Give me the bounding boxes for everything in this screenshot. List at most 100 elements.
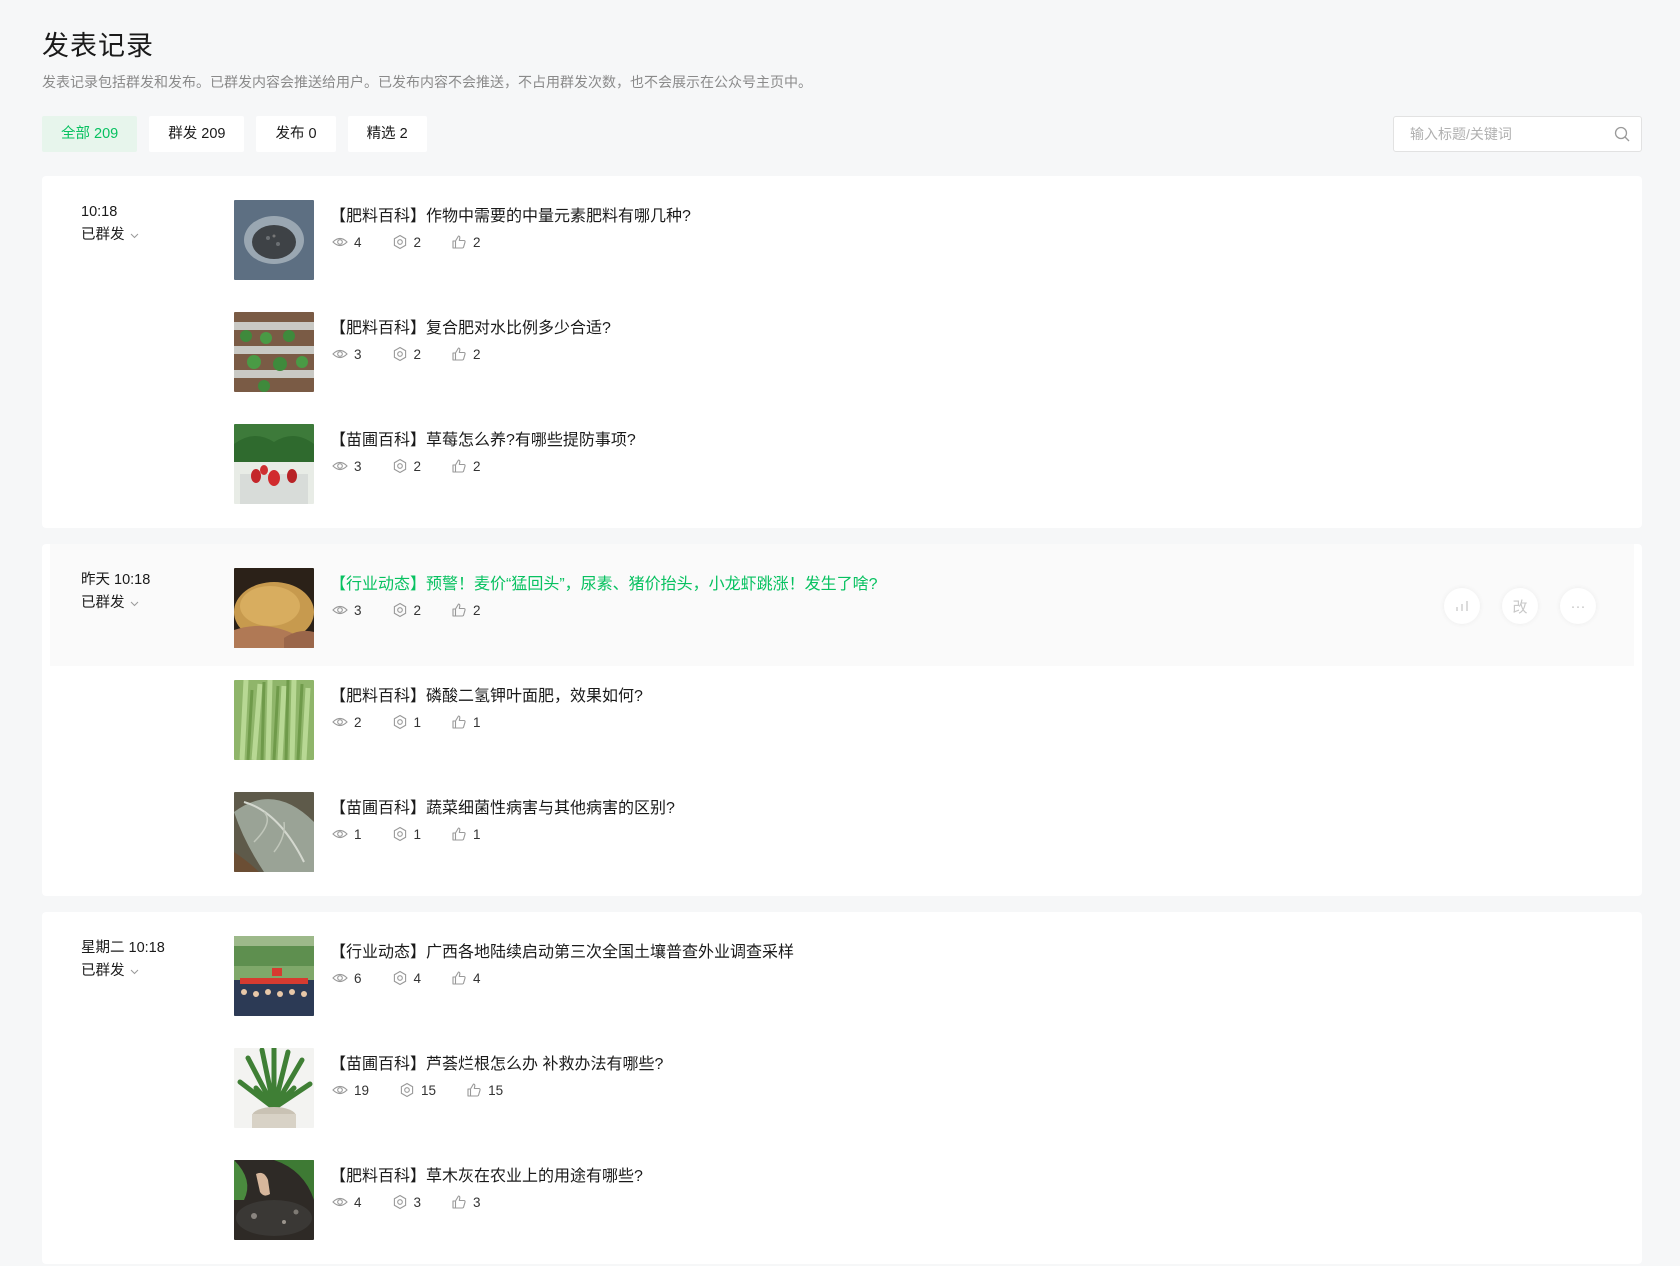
views-count: 3 — [354, 346, 362, 362]
shares-count: 15 — [421, 1082, 437, 1098]
views-count: 3 — [354, 602, 362, 618]
likes-stat: 2 — [451, 346, 481, 362]
views-count: 19 — [354, 1082, 370, 1098]
shares-count: 4 — [413, 970, 422, 986]
article-stats: 3 2 2 — [332, 602, 511, 618]
group-meta: 昨天 10:18 已群发 — [81, 570, 231, 613]
views-count: 3 — [354, 458, 362, 474]
article-row[interactable]: 【苗圃百科】芦荟烂根怎么办 补救办法有哪些? 19 15 15 — [42, 1048, 1642, 1160]
tab-featured[interactable]: 精选 2 — [347, 116, 427, 152]
article-title[interactable]: 【行业动态】预警！麦价“猛回头”，尿素、猪价抬头，小龙虾跳涨！发生了啥? — [330, 570, 878, 594]
record-group: 星期二 10:18 已群发 【行业动态】广西各地陆续启动第三次全国土壤普查外业调… — [42, 912, 1642, 1264]
article-row[interactable]: 【肥料百科】复合肥对水比例多少合适? 3 2 2 — [42, 312, 1642, 424]
article-thumbnail[interactable] — [234, 936, 314, 1016]
views-stat: 4 — [332, 234, 362, 250]
thumbs-up-icon — [452, 459, 466, 473]
article-row[interactable]: 【行业动态】预警！麦价“猛回头”，尿素、猪价抬头，小龙虾跳涨！发生了啥? 3 2… — [50, 544, 1634, 666]
eye-icon — [332, 1197, 348, 1207]
article-thumbnail[interactable] — [234, 1160, 314, 1240]
article-title[interactable]: 【肥料百科】复合肥对水比例多少合适? — [330, 314, 611, 338]
eye-icon — [332, 605, 348, 615]
likes-count: 2 — [473, 602, 481, 618]
article-thumbnail[interactable] — [234, 312, 314, 392]
article-title[interactable]: 【肥料百科】磷酸二氢钾叶面肥，效果如何? — [330, 682, 643, 706]
eye-icon — [332, 829, 348, 839]
stats-button[interactable] — [1444, 588, 1480, 624]
article-row[interactable]: 【肥料百科】草木灰在农业上的用途有哪些? 4 3 3 — [42, 1160, 1642, 1266]
shares-stat: 1 — [392, 826, 422, 842]
edit-button[interactable]: 改 — [1502, 588, 1538, 624]
shares-stat: 3 — [392, 1194, 422, 1210]
publish-time: 昨天 10:18 — [81, 572, 151, 588]
likes-count: 1 — [473, 826, 481, 842]
views-stat: 3 — [332, 346, 362, 362]
thumbs-up-icon — [467, 1083, 481, 1097]
thumbs-up-icon — [452, 347, 466, 361]
article-title[interactable]: 【肥料百科】草木灰在农业上的用途有哪些? — [330, 1162, 643, 1186]
article-row[interactable]: 【行业动态】广西各地陆续启动第三次全国土壤普查外业调查采样 6 4 4 — [42, 936, 1642, 1048]
search-input[interactable] — [1394, 117, 1613, 151]
chevron-down-icon — [130, 601, 138, 606]
views-count: 4 — [354, 234, 362, 250]
page-title: 发表记录 — [42, 31, 154, 61]
article-row[interactable]: 【苗圃百科】草莓怎么养?有哪些提防事项? 3 2 2 — [42, 424, 1642, 536]
bar-chart-icon — [1456, 601, 1468, 611]
article-stats: 3 2 2 — [332, 346, 511, 362]
likes-stat: 2 — [451, 602, 481, 618]
shares-stat: 2 — [392, 346, 421, 362]
likes-count: 2 — [473, 346, 481, 362]
share-icon — [393, 458, 406, 474]
shares-stat: 4 — [392, 970, 422, 986]
shares-stat: 1 — [392, 714, 421, 730]
tab-mass-send[interactable]: 群发 209 — [149, 116, 245, 152]
article-row[interactable]: 【苗圃百科】蔬菜细菌性病害与其他病害的区别? 1 1 1 — [42, 792, 1642, 904]
article-row[interactable]: 【肥料百科】磷酸二氢钾叶面肥，效果如何? 2 1 1 — [42, 680, 1642, 792]
article-thumbnail[interactable] — [234, 1048, 314, 1128]
row-actions: 改 ··· — [1444, 588, 1596, 624]
share-icon — [393, 234, 406, 250]
thumbs-up-icon — [452, 1195, 466, 1209]
likes-stat: 4 — [451, 970, 481, 986]
shares-count: 1 — [413, 826, 422, 842]
likes-count: 4 — [473, 970, 481, 986]
tab-all[interactable]: 全部 209 — [42, 116, 138, 152]
article-thumbnail[interactable] — [234, 424, 314, 504]
likes-stat: 15 — [466, 1082, 503, 1098]
views-stat: 19 — [332, 1082, 369, 1098]
search-box — [1393, 116, 1642, 152]
article-title[interactable]: 【行业动态】广西各地陆续启动第三次全国土壤普查外业调查采样 — [330, 938, 794, 962]
eye-icon — [332, 349, 348, 359]
shares-stat: 2 — [392, 458, 421, 474]
likes-count: 15 — [488, 1082, 504, 1098]
article-thumbnail[interactable] — [234, 568, 314, 648]
search-icon[interactable] — [1613, 125, 1631, 143]
article-stats: 2 1 1 — [332, 714, 511, 730]
likes-stat: 1 — [451, 714, 481, 730]
article-thumbnail[interactable] — [234, 792, 314, 872]
article-stats: 4 2 2 — [332, 234, 511, 250]
article-title[interactable]: 【苗圃百科】蔬菜细菌性病害与其他病害的区别? — [330, 794, 675, 818]
shares-count: 3 — [413, 1194, 422, 1210]
thumbs-up-icon — [452, 235, 466, 249]
page-description: 发表记录包括群发和发布。已群发内容会推送给用户。已发布内容不会推送，不占用群发次… — [42, 74, 812, 90]
article-thumbnail[interactable] — [234, 200, 314, 280]
likes-stat: 1 — [451, 826, 481, 842]
likes-stat: 2 — [451, 234, 481, 250]
views-stat: 3 — [332, 458, 362, 474]
article-title[interactable]: 【苗圃百科】芦荟烂根怎么办 补救办法有哪些? — [330, 1050, 663, 1074]
article-title[interactable]: 【苗圃百科】草莓怎么养?有哪些提防事项? — [330, 426, 636, 450]
article-row[interactable]: 【肥料百科】作物中需要的中量元素肥料有哪几种? 4 2 2 — [42, 200, 1642, 312]
likes-count: 2 — [473, 458, 481, 474]
article-title[interactable]: 【肥料百科】作物中需要的中量元素肥料有哪几种? — [330, 202, 691, 226]
tab-publish[interactable]: 发布 0 — [256, 116, 336, 152]
share-icon — [393, 714, 406, 730]
share-icon — [393, 826, 406, 842]
article-thumbnail[interactable] — [234, 680, 314, 760]
eye-icon — [332, 1085, 348, 1095]
publish-record-list: 10:18 已群发 【肥料百科】作物中需要的中量元素肥料有哪几种? 4 2 2 … — [42, 176, 1642, 1266]
more-button[interactable]: ··· — [1560, 588, 1596, 624]
thumbs-up-icon — [452, 603, 466, 617]
views-count: 1 — [354, 826, 362, 842]
status-dropdown[interactable]: 已群发 — [81, 593, 231, 613]
status-label: 已群发 — [81, 595, 125, 611]
